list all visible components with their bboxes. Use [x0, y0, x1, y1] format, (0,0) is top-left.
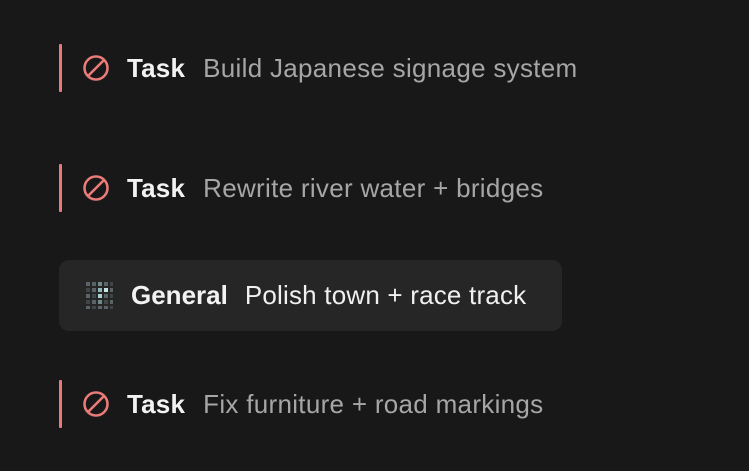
item-title: Fix furniture + road markings [203, 388, 544, 419]
item-kind-label: Task [127, 52, 186, 83]
list-item-task[interactable]: Task Build Japanese signage system [59, 44, 578, 92]
item-kind-label: Task [127, 172, 186, 203]
status-accent-bar [59, 44, 62, 92]
item-kind-label: Task [127, 388, 186, 419]
blocked-icon [81, 173, 111, 203]
blocked-icon [81, 389, 111, 419]
status-accent-bar [59, 164, 62, 212]
item-title: Polish town + race track [244, 280, 527, 310]
pixel-grid-icon [85, 281, 114, 310]
list-item-general-selected[interactable]: General Polish town + race track [59, 260, 562, 331]
item-title: Rewrite river water + bridges [203, 172, 544, 203]
list-item-task[interactable]: Task Rewrite river water + bridges [59, 164, 543, 212]
list-item-task[interactable]: Task Fix furniture + road markings [59, 380, 543, 428]
blocked-icon [81, 53, 111, 83]
item-title: Build Japanese signage system [203, 52, 578, 83]
item-kind-label: General [131, 280, 228, 310]
status-accent-bar [59, 380, 62, 428]
task-list: Task Build Japanese signage system Task … [0, 0, 749, 471]
